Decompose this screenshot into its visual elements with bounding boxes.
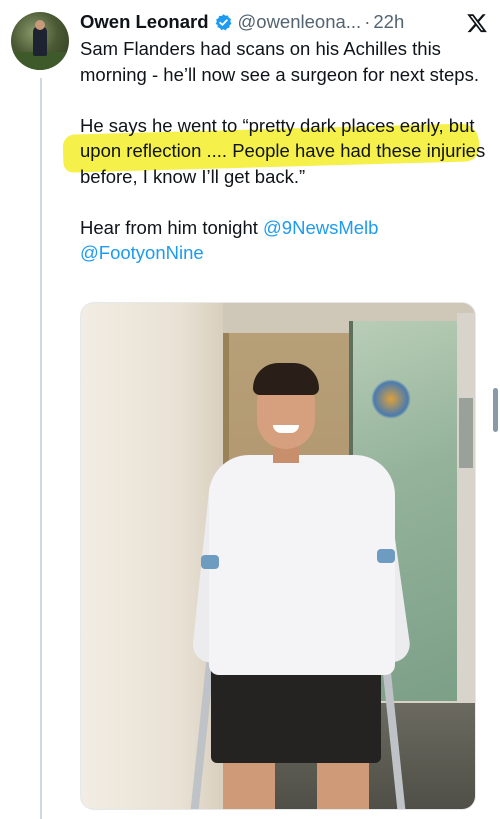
x-logo-icon[interactable]: [466, 12, 488, 34]
tweet-header: Owen Leonard @owenleona... · 22h: [80, 9, 480, 35]
timestamp[interactable]: 22h: [373, 11, 404, 33]
tweet-text: Sam Flanders had scans on his Achilles t…: [80, 36, 490, 266]
tweet-paragraph-3-text: Hear from him tonight: [80, 216, 258, 238]
tweet-photo[interactable]: [80, 302, 476, 810]
author-name[interactable]: Owen Leonard: [80, 11, 209, 33]
verified-badge-icon: [214, 13, 233, 32]
author-handle[interactable]: @owenleona...: [238, 11, 362, 33]
tweet-paragraph-2: He says he went to “pretty dark places e…: [80, 114, 486, 187]
photo-subject: [189, 363, 413, 809]
mention-link-9newsmelb[interactable]: @9NewsMelb: [263, 217, 378, 238]
thread-line: [40, 78, 42, 819]
avatar[interactable]: [11, 12, 69, 70]
tweet-paragraph-1: Sam Flanders had scans on his Achilles t…: [80, 38, 479, 85]
separator-dot: ·: [364, 11, 371, 32]
scrollbar[interactable]: [493, 388, 498, 432]
mention-link-footyonnine[interactable]: @FootyonNine: [80, 242, 204, 263]
tweet-paragraph-3: Hear from him tonight @9NewsMelb @Footyon…: [80, 215, 490, 266]
